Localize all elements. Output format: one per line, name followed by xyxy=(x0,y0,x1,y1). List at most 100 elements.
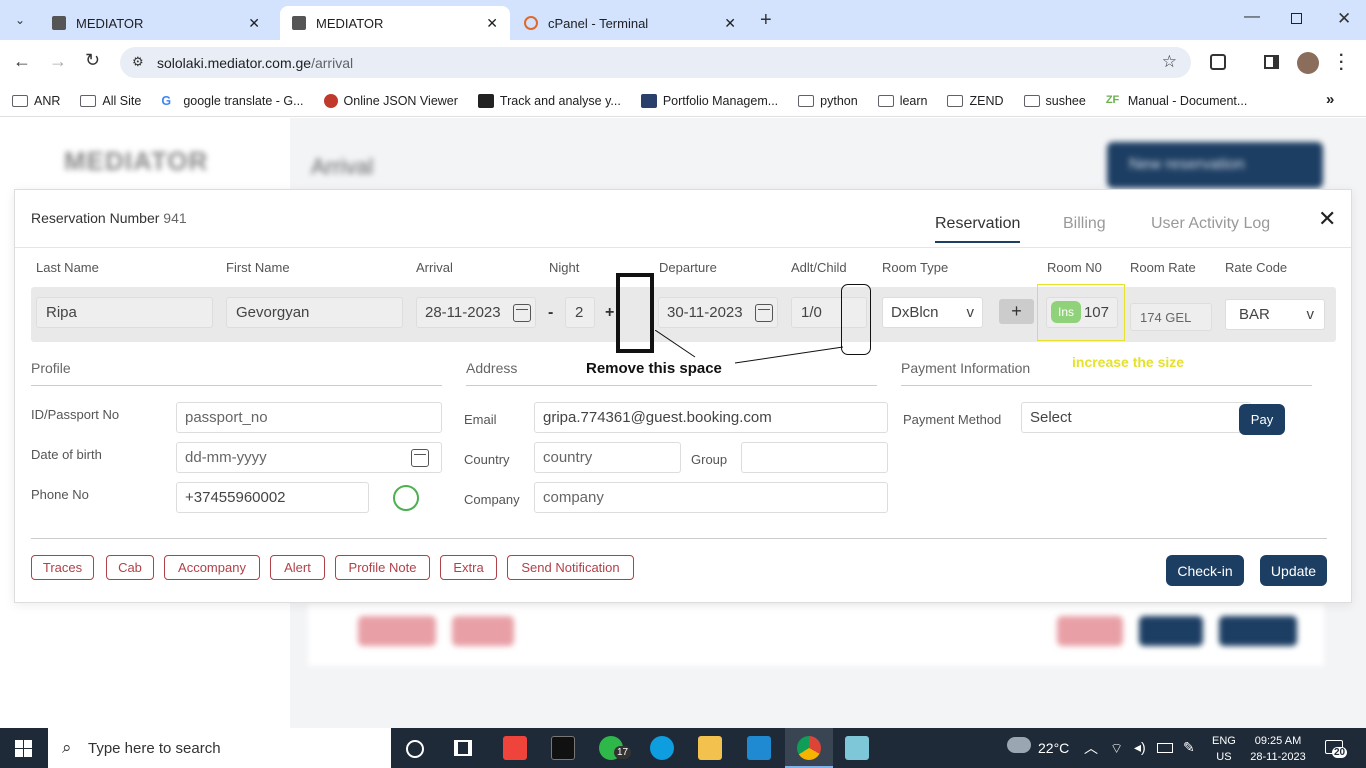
dob-placeholder: dd-mm-yyyy xyxy=(185,449,267,466)
bookmark-item[interactable]: ANR xyxy=(12,94,60,108)
bookmark-item[interactable]: Online JSON Viewer xyxy=(323,93,458,108)
pay-button[interactable]: Pay xyxy=(1239,404,1285,435)
passport-input[interactable]: passport_no xyxy=(176,402,442,433)
company-input[interactable]: company xyxy=(534,482,888,513)
file-explorer-icon[interactable] xyxy=(698,736,722,760)
modal-close-icon[interactable]: ✕ xyxy=(1318,206,1336,232)
browser-tab-2[interactable]: MEDIATOR ✕ xyxy=(280,6,510,40)
browser-tab-1[interactable]: MEDIATOR ✕ xyxy=(40,6,272,40)
volume-icon[interactable]: ◂) xyxy=(1134,739,1146,756)
page-title: Arrival xyxy=(311,154,374,179)
url-bar[interactable]: ⚙ sololaki.mediator.com.ge/arrival ☆ xyxy=(120,47,1191,78)
minimize-icon[interactable]: — xyxy=(1244,8,1260,26)
forward-icon[interactable]: → xyxy=(49,51,67,72)
new-reservation-button[interactable]: New reservation xyxy=(1107,142,1323,188)
whatsapp-icon[interactable] xyxy=(393,485,419,511)
skype-icon[interactable] xyxy=(650,736,674,760)
plus-separator: + xyxy=(605,304,615,321)
vscode-icon[interactable] xyxy=(747,736,771,760)
chevron-down-icon: v xyxy=(966,304,975,321)
night-input[interactable]: 2 xyxy=(565,297,595,328)
pen-icon[interactable]: ✎ xyxy=(1183,739,1195,756)
task-view-icon[interactable] xyxy=(454,740,472,756)
alert-button[interactable]: Alert xyxy=(270,555,325,580)
payment-divider xyxy=(901,385,1312,386)
menu-icon[interactable]: · · · xyxy=(1339,48,1344,78)
bookmark-item[interactable]: Ggoogle translate - G... xyxy=(161,94,303,108)
bookmark-item[interactable]: python xyxy=(798,94,858,108)
back-icon[interactable]: ← xyxy=(13,51,31,72)
extensions-icon[interactable] xyxy=(1210,54,1226,70)
bookmark-label: sushee xyxy=(1045,93,1086,108)
new-tab-icon[interactable]: + xyxy=(760,9,772,32)
bookmark-item[interactable]: learn xyxy=(877,94,927,108)
calendar-icon[interactable] xyxy=(755,304,773,322)
network-icon[interactable]: ⌔ xyxy=(1110,740,1123,758)
site-info-icon[interactable]: ⚙ xyxy=(132,54,144,70)
language-indicator[interactable]: ENG US xyxy=(1212,733,1236,765)
group-input[interactable] xyxy=(741,442,888,473)
first-name-label: First Name xyxy=(226,260,290,275)
bookmark-item[interactable]: sushee xyxy=(1023,93,1086,108)
departure-date-input[interactable]: 30-11-2023 xyxy=(658,297,778,328)
windows-start-icon[interactable] xyxy=(15,740,32,757)
browser-tab-3[interactable]: cPanel - Terminal ✕ xyxy=(512,6,748,40)
bookmark-item[interactable]: Track and analyse y... xyxy=(477,93,621,108)
tray-chevron-icon[interactable]: ︿ xyxy=(1084,738,1098,758)
accompany-button[interactable]: Accompany xyxy=(164,555,260,580)
country-input[interactable]: country xyxy=(534,442,681,473)
reload-icon[interactable]: ↻ xyxy=(85,50,100,71)
bookmark-item[interactable]: ZF Manual - Document... xyxy=(1106,94,1248,108)
check-in-button[interactable]: Check-in xyxy=(1166,555,1244,586)
more-bookmarks-icon[interactable]: » xyxy=(1326,91,1334,108)
tab-billing[interactable]: Billing xyxy=(1063,215,1106,233)
cortana-icon[interactable] xyxy=(406,740,424,758)
taskbar-search-box[interactable]: ⌕ Type here to search xyxy=(48,728,391,768)
add-room-button[interactable]: + xyxy=(999,299,1034,324)
room-type-select[interactable]: DxBlcn v xyxy=(882,297,983,328)
phone-input[interactable]: +37455960002 xyxy=(176,482,369,513)
folder-icon xyxy=(12,94,28,107)
weather-icon[interactable] xyxy=(1007,737,1031,753)
profile-avatar[interactable] xyxy=(1297,52,1319,74)
window-close-icon[interactable]: ✕ xyxy=(1337,9,1351,29)
bookmark-star-icon[interactable]: ☆ xyxy=(1162,52,1177,72)
payment-method-select[interactable]: Select xyxy=(1021,402,1251,433)
arrival-date-input[interactable]: 28-11-2023 xyxy=(416,297,536,328)
calendar-icon[interactable] xyxy=(411,449,429,467)
dob-input[interactable]: dd-mm-yyyy xyxy=(176,442,442,473)
rate-code-select[interactable]: BAR v xyxy=(1225,299,1325,330)
tab-user-activity-log[interactable]: User Activity Log xyxy=(1151,215,1270,233)
room-no-input[interactable]: Ins 107 xyxy=(1046,297,1118,328)
close-tab-icon[interactable]: ✕ xyxy=(486,15,498,32)
calendar-icon[interactable] xyxy=(513,304,531,322)
extra-button[interactable]: Extra xyxy=(440,555,497,580)
send-notification-button[interactable]: Send Notification xyxy=(507,555,634,580)
anydesk-icon[interactable] xyxy=(503,736,527,760)
arrival-label: Arrival xyxy=(416,260,453,275)
profile-note-button[interactable]: Profile Note xyxy=(335,555,430,580)
first-name-input[interactable]: Gevorgyan xyxy=(226,297,403,328)
empty-gap-highlight xyxy=(616,273,654,353)
bookmark-item[interactable]: Portfolio Managem... xyxy=(640,93,778,108)
tab-reservation[interactable]: Reservation xyxy=(935,215,1021,243)
notepad-icon[interactable] xyxy=(845,736,869,760)
update-button[interactable]: Update xyxy=(1260,555,1327,586)
search-icon: ⌕ xyxy=(62,738,72,757)
bookmark-item[interactable]: All Site xyxy=(80,94,141,108)
clock[interactable]: 09:25 AM 28-11-2023 xyxy=(1246,733,1310,765)
restore-icon[interactable] xyxy=(1291,13,1302,24)
close-tab-icon[interactable]: ✕ xyxy=(248,15,260,32)
terminal-icon[interactable] xyxy=(551,736,575,760)
tab-search-button[interactable]: ⌄ xyxy=(8,8,32,32)
cab-button[interactable]: Cab xyxy=(106,555,154,580)
reservation-number: 941 xyxy=(163,210,187,226)
bookmark-item[interactable]: ZEND xyxy=(947,94,1004,108)
email-input[interactable]: gripa.774361@guest.booking.com xyxy=(534,402,888,433)
bg-button xyxy=(358,616,436,646)
traces-button[interactable]: Traces xyxy=(31,555,94,580)
battery-icon[interactable] xyxy=(1157,743,1173,753)
last-name-input[interactable]: Ripa xyxy=(36,297,213,328)
close-tab-icon[interactable]: ✕ xyxy=(724,15,736,32)
side-panel-icon[interactable] xyxy=(1264,55,1279,69)
